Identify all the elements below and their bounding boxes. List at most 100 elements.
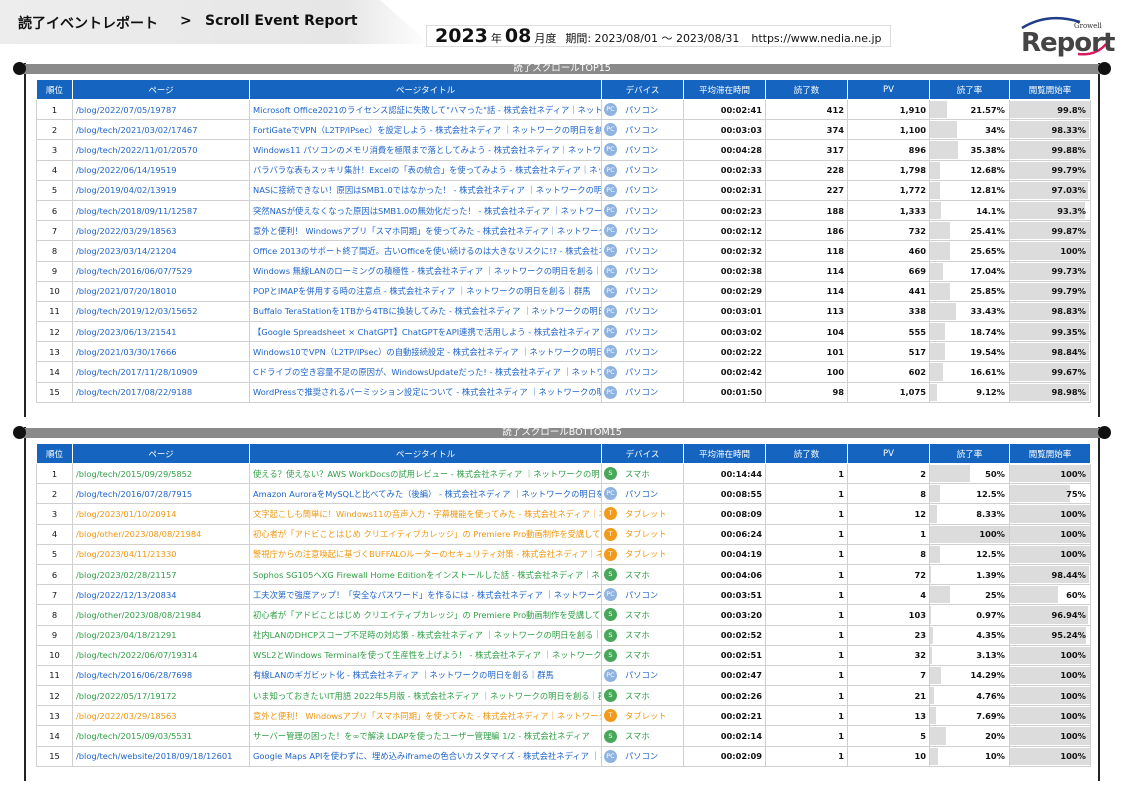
page-title-link[interactable]: Microsoft Office2021のライセンス認証に失敗して"ハマった"話… — [249, 98, 602, 121]
page-link[interactable]: /blog/tech/2017/08/22/9188 — [72, 381, 250, 403]
page-title-link[interactable]: 有線LANのギガビット化 - 株式会社ネディア ｜ネットワークの明日を創る｜群馬 — [249, 664, 602, 687]
page-link[interactable]: /blog/2022/03/29/18563 — [72, 220, 250, 242]
page-title-link[interactable]: いま知っておきたいIT用語 2022年5月版 - 株式会社ネディア ｜ネットワー… — [249, 685, 602, 707]
reads-cell: 1 — [765, 503, 848, 525]
rate-value: 98.44% — [1051, 569, 1086, 580]
page-title-link[interactable]: WSL2とWindows Terminalを使って生産性を上げよう！ - 株式会… — [249, 644, 602, 666]
page-title-link[interactable]: Sophos SG105へXG Firewall Home Editionをイン… — [249, 563, 602, 586]
page-link[interactable]: /blog/2022/07/05/19787 — [72, 98, 250, 121]
page-link[interactable]: /blog/tech/2016/06/07/7529 — [72, 260, 250, 282]
page-title-link[interactable]: バラバラな表もスッキリ集計！Excelの「表の統合」を使ってみよう - 株式会社… — [249, 159, 602, 181]
page-title-link[interactable]: NASに接続できない！原因はSMB1.0ではなかった！ - 株式会社ネディア ｜… — [249, 179, 602, 201]
page-link[interactable]: /blog/2022/05/17/19172 — [72, 685, 250, 707]
page-title-link[interactable]: 使える？使えない？AWS WorkDocsの試用レビュー - 株式会社ネディア … — [249, 462, 602, 485]
device-label: パソコン — [625, 387, 659, 398]
page-title-link[interactable]: 社内LANのDHCPスコープ不足時の対応策 - 株式会社ネディア ｜ネットワーク… — [249, 624, 602, 646]
page-title-link[interactable]: 初心者が「アドビことはじめ クリエイティブカレッジ」の Premiere Pro… — [249, 523, 602, 545]
page-title-link[interactable]: Buffalo TeraStationを1TBから4TBに換装してみた - 株式… — [249, 300, 602, 323]
start-rate-cell: 98.33% — [1009, 119, 1091, 141]
page-title-link[interactable]: Cドライブの空き容量不足の原因が、WindowsUpdateだった! - 株式会… — [249, 361, 602, 383]
page-link[interactable]: /blog/tech/2018/09/11/12587 — [72, 199, 250, 222]
table-row: 8/blog/other/2023/08/08/21984 初心者が「アドビことは… — [36, 604, 1091, 626]
page-link[interactable]: /blog/2022/12/13/20834 — [72, 584, 250, 606]
page-link[interactable]: /blog/2023/03/14/21204 — [72, 240, 250, 262]
page-link[interactable]: /blog/2023/06/13/21541 — [72, 321, 250, 343]
device-cell: PC パソコン — [601, 341, 684, 363]
read-rate-cell: 33.43% — [929, 300, 1010, 323]
page-title-link[interactable]: POPとIMAPを併用する時の注意点 - 株式会社ネディア ｜ネットワークの明日… — [249, 280, 602, 302]
page-link[interactable]: /blog/2023/04/11/21330 — [72, 543, 250, 565]
device-cell: PC パソコン — [601, 300, 684, 323]
rank-cell: 7 — [36, 220, 73, 242]
page-title-link[interactable]: 【Google Spreadsheet × ChatGPT】ChatGPTをAP… — [249, 321, 602, 343]
page-link[interactable]: /blog/tech/2019/12/03/15652 — [72, 300, 250, 323]
page-link[interactable]: /blog/tech/2015/09/29/5852 — [72, 462, 250, 485]
page-link[interactable]: /blog/other/2023/08/08/21984 — [72, 604, 250, 626]
page-title-link[interactable]: 工夫次第で強度アップ！「安全なパスワード」を作るには - 株式会社ネディア ｜ネ… — [249, 584, 602, 606]
rank-cell: 12 — [36, 321, 73, 343]
page-title-link[interactable]: Office 2013のサポート終了間近。古いOfficeを使い続けるのは大きな… — [249, 240, 602, 262]
page-link[interactable]: /blog/2023/01/10/20914 — [72, 503, 250, 525]
page-title-link[interactable]: Windows 無線LANのローミングの積極性 - 株式会社ネディア ｜ネットワ… — [249, 260, 602, 282]
page-link[interactable]: /blog/2022/06/14/19519 — [72, 159, 250, 181]
rate-value: 96.94% — [1051, 609, 1086, 620]
page-link[interactable]: /blog/other/2023/08/08/21984 — [72, 523, 250, 545]
page-link[interactable]: /blog/tech/2022/06/07/19314 — [72, 644, 250, 666]
page-link[interactable]: /blog/tech/website/2018/09/18/12601 — [72, 745, 250, 767]
reads-cell: 1 — [765, 644, 848, 666]
page-title-link[interactable]: FortiGateでVPN（L2TP/IPsec）を設定しよう - 株式会社ネデ… — [249, 119, 602, 141]
read-rate-cell: 25.85% — [929, 280, 1010, 302]
table-row: 6/blog/tech/2018/09/11/12587 突然NASが使えなくなっ… — [36, 199, 1091, 222]
read-rate-cell: 16.61% — [929, 361, 1010, 383]
pv-cell: 72 — [847, 563, 930, 586]
page-link[interactable]: /blog/2019/04/02/13919 — [72, 179, 250, 201]
page-link[interactable]: /blog/tech/2022/11/01/20570 — [72, 139, 250, 161]
pv-cell: 338 — [847, 300, 930, 323]
page-title-link[interactable]: 文字起こしも簡単に！Windows11の音声入力・字幕機能を使ってみた - 株式… — [249, 503, 602, 525]
page-link[interactable]: /blog/2021/03/30/17666 — [72, 341, 250, 363]
rank-cell: 13 — [36, 705, 73, 727]
reads-cell: 412 — [765, 98, 848, 121]
page-link[interactable]: /blog/2022/03/29/18563 — [72, 705, 250, 727]
table-row: 8/blog/2023/03/14/21204 Office 2013のサポート終… — [36, 240, 1091, 262]
page-link[interactable]: /blog/2023/02/28/21157 — [72, 563, 250, 586]
page-title-link[interactable]: 突然NASが使えなくなった原因はSMB1.0の無効化だった！ - 株式会社ネディ… — [249, 199, 602, 222]
start-rate-cell: 100% — [1009, 644, 1091, 666]
page-title-link[interactable]: 意外と便利！ Windowsアプリ「スマホ同期」を使ってみた - 株式会社ネディ… — [249, 705, 602, 727]
page-title-link[interactable]: 初心者が「アドビことはじめ クリエイティブカレッジ」の Premiere Pro… — [249, 604, 602, 626]
page-link[interactable]: /blog/tech/2021/03/02/17467 — [72, 119, 250, 141]
avg-time-cell: 00:03:20 — [683, 604, 766, 626]
device-cell: PC パソコン — [601, 260, 684, 282]
rate-value: 19.54% — [970, 346, 1005, 357]
page-title-link[interactable]: Windows10でVPN（L2TP/IPsec）の自動接続設定 - 株式会社ネ… — [249, 341, 602, 363]
rate-value: 4.76% — [976, 690, 1005, 701]
page-title-link[interactable]: サーバー管理の困った！を∞で解決 LDAPを使ったユーザー管理編 1/2 - 株… — [249, 725, 602, 747]
rate-value: 1.39% — [976, 569, 1005, 580]
avg-time-cell: 00:02:32 — [683, 240, 766, 262]
month-value: 08 — [504, 25, 532, 47]
reads-cell: 100 — [765, 361, 848, 383]
rate-value: 12.68% — [970, 165, 1005, 176]
page-title-link[interactable]: Google Maps APIを使わずに、埋め込みiframeの色合いカスタマイ… — [249, 745, 602, 767]
page-title-link[interactable]: WordPressで推奨されるパーミッション設定について - 株式会社ネディア … — [249, 381, 602, 403]
device-label: スマホ — [625, 609, 650, 620]
device-label-wrap: PC パソコン — [604, 749, 681, 763]
page-title-link[interactable]: Windows11 パソコンのメモリ消費を極限まで落としてみよう - 株式会社ネ… — [249, 139, 602, 161]
start-rate-cell: 98.44% — [1009, 563, 1091, 586]
page-link[interactable]: /blog/tech/2016/07/28/7915 — [72, 483, 250, 505]
page-title-link[interactable]: 警視庁からの注意喚起に基づくBUFFALOルーターのセキュリティ対策 - 株式会… — [249, 543, 602, 565]
page-link[interactable]: /blog/tech/2015/09/03/5531 — [72, 725, 250, 747]
reads-cell: 1 — [765, 745, 848, 767]
page-link[interactable]: /blog/2023/04/18/21291 — [72, 624, 250, 646]
rank-cell: 8 — [36, 240, 73, 262]
pv-cell: 1,798 — [847, 159, 930, 181]
reads-cell: 1 — [765, 624, 848, 646]
rank-cell: 9 — [36, 260, 73, 282]
page-title-link[interactable]: 意外と便利！ Windowsアプリ「スマホ同期」を使ってみた - 株式会社ネディ… — [249, 220, 602, 242]
page-link[interactable]: /blog/tech/2016/06/28/7698 — [72, 664, 250, 687]
rate-value: 99.8% — [1057, 104, 1086, 115]
page-title-link[interactable]: Amazon AuroraをMySQLと比べてみた（後編） - 株式会社ネディア… — [249, 483, 602, 505]
device-label-wrap: S スマホ — [604, 568, 681, 582]
page-link[interactable]: /blog/2021/07/20/18010 — [72, 280, 250, 302]
page-link[interactable]: /blog/tech/2017/11/28/10909 — [72, 361, 250, 383]
